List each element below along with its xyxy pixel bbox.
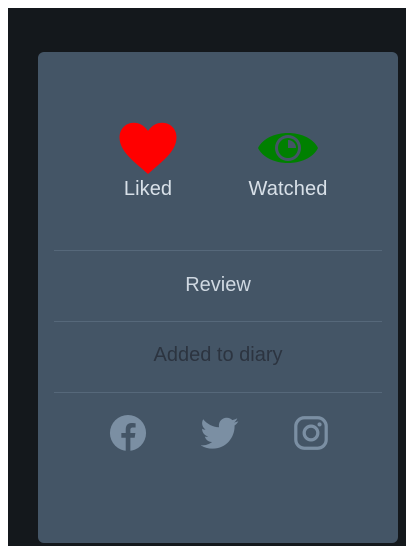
divider <box>54 321 382 322</box>
review-button[interactable]: Review <box>38 274 398 297</box>
eye-icon <box>258 133 318 163</box>
like-action[interactable]: Liked <box>88 122 208 201</box>
facebook-icon[interactable] <box>109 414 147 452</box>
actions-row: Liked Watched <box>38 122 398 242</box>
diary-status[interactable]: Added to diary <box>38 344 398 367</box>
page-background: Liked Watched Review Added to diary <box>8 8 406 546</box>
share-row <box>38 414 398 454</box>
divider <box>54 392 382 393</box>
twitter-icon[interactable] <box>201 414 239 452</box>
watched-label: Watched <box>248 178 328 200</box>
liked-label: Liked <box>123 178 173 200</box>
divider <box>54 250 382 251</box>
instagram-icon[interactable] <box>292 414 330 452</box>
film-actions-panel: Liked Watched Review Added to diary <box>38 52 398 543</box>
heart-icon <box>119 122 177 174</box>
watch-action[interactable]: Watched <box>228 122 348 201</box>
